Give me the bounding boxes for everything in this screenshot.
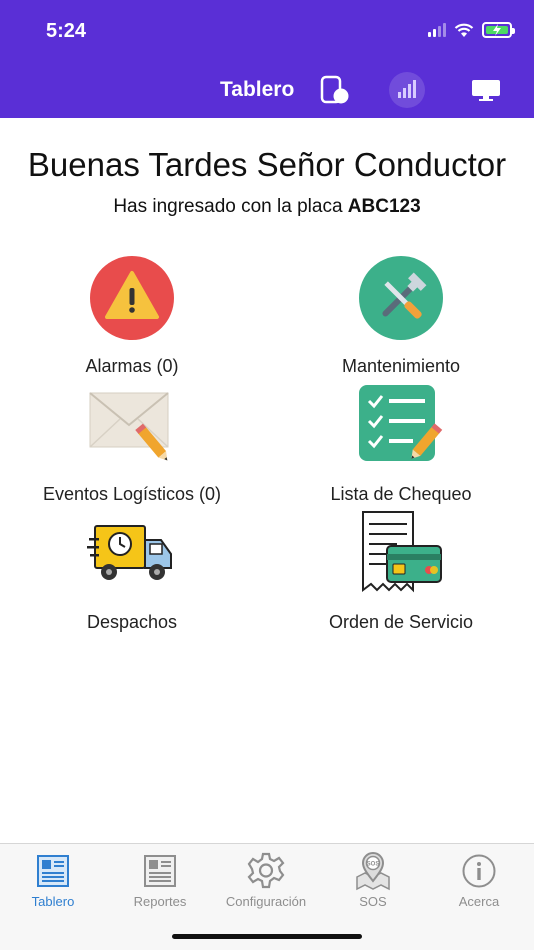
tile-label: Alarmas (0) [85,356,179,376]
plate-prefix: Has ingresado con la placa [113,196,343,217]
svg-text:SOS: SOS [367,862,380,868]
wifi-icon [454,23,474,37]
tab-label: SOS [359,894,387,909]
home-indicator [172,934,362,939]
tab-reportes[interactable]: Reportes [110,850,210,909]
cellular-signal-icon [428,23,446,37]
tab-acerca[interactable]: Acerca [429,850,529,909]
tab-configuracion[interactable]: Configuración [216,850,316,909]
tile-lista-de-chequeo[interactable]: Lista de Chequeo [281,378,521,505]
tab-tablero[interactable]: Tablero [3,850,103,909]
warning-icon [90,256,174,340]
dashboard-icon [37,855,69,887]
tools-icon [359,256,443,340]
report-icon [144,855,176,887]
tab-label: Reportes [133,894,187,909]
tile-label: Despachos [86,612,178,632]
tile-orden-de-servicio[interactable]: Orden de Servicio [281,506,521,633]
tile-label: Lista de Chequeo [330,484,472,504]
tab-label: Acerca [458,894,500,909]
plate-number: ABC123 [347,196,421,217]
tab-label: Tablero [31,894,75,909]
sos-icon: SOS [356,852,390,891]
signal-bars-icon[interactable] [387,72,427,108]
battery-icon [482,22,515,38]
delivery-truck-icon [87,525,172,580]
monitor-icon[interactable] [466,72,506,108]
tab-label: Configuración [225,894,307,909]
tile-label: Orden de Servicio [328,612,474,632]
info-icon [462,854,496,888]
tab-sos[interactable]: SOS SOS [323,850,423,909]
tile-label: Eventos Logísticos (0) [42,484,222,504]
gear-icon [247,852,285,889]
header: 5:24 Tablero [0,0,534,118]
tile-despachos[interactable]: Despachos [12,506,252,633]
receipt-card-icon [362,511,442,593]
tile-eventos-logisticos[interactable]: Eventos Logísticos (0) [12,378,252,505]
checklist-icon [359,385,443,461]
tile-mantenimiento[interactable]: Mantenimiento [281,250,521,377]
status-icons [428,22,515,38]
status-time: 5:24 [46,20,87,42]
greeting-title: Buenas Tardes Señor Conductor [27,146,507,183]
plate-line: Has ingresado con la placa ABC123 [0,196,534,218]
tile-alarmas[interactable]: Alarmas (0) [12,250,252,377]
tile-label: Mantenimiento [341,356,461,376]
envelope-icon [89,392,169,461]
device-status-icon[interactable] [314,72,354,108]
nav-title: Tablero [220,78,295,101]
